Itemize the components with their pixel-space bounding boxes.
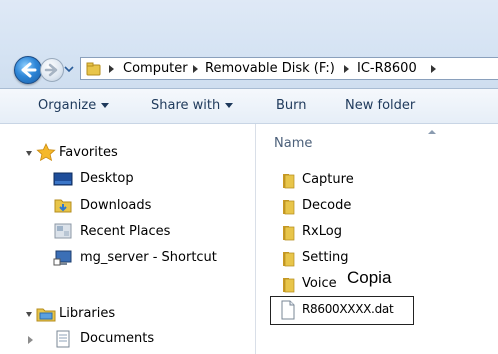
folder-icon bbox=[86, 62, 101, 76]
back-button[interactable] bbox=[14, 56, 42, 84]
nav-mg-server-shortcut[interactable]: mg_server - Shortcut bbox=[80, 250, 217, 265]
nav-downloads[interactable]: Downloads bbox=[80, 198, 151, 213]
network-shortcut-icon bbox=[53, 250, 72, 266]
list-item[interactable]: Decode bbox=[274, 197, 474, 217]
chevron-down-icon bbox=[101, 103, 110, 108]
folder-name: Capture bbox=[302, 172, 354, 187]
file-icon bbox=[281, 300, 295, 320]
breadcrumb-ic-r8600[interactable]: IC-R8600 bbox=[357, 61, 417, 76]
folder-icon bbox=[283, 200, 295, 215]
share-with-button[interactable]: Share with bbox=[151, 98, 234, 113]
folder-name: Setting bbox=[302, 250, 349, 265]
sort-ascending-icon bbox=[428, 130, 436, 134]
file-name: R8600XXXX.dat bbox=[302, 302, 394, 316]
breadcrumb-arrow-icon[interactable] bbox=[431, 65, 436, 73]
pane-splitter[interactable] bbox=[255, 124, 256, 354]
organize-label: Organize bbox=[38, 98, 97, 113]
list-item[interactable]: Capture bbox=[274, 171, 474, 191]
folder-name: Decode bbox=[302, 198, 352, 213]
new-folder-button[interactable]: New folder bbox=[345, 98, 415, 113]
nav-libraries[interactable]: Libraries bbox=[59, 306, 115, 321]
back-arrow-icon bbox=[21, 62, 37, 78]
share-with-label: Share with bbox=[151, 98, 221, 113]
copy-annotation: Copia bbox=[347, 268, 392, 287]
breadcrumb-arrow-icon[interactable] bbox=[193, 65, 198, 73]
nav-favorites[interactable]: Favorites bbox=[59, 145, 118, 160]
folder-icon bbox=[283, 174, 295, 189]
breadcrumb-removable-disk[interactable]: Removable Disk (F:) bbox=[205, 61, 335, 76]
expand-libraries-icon[interactable] bbox=[26, 312, 32, 317]
expand-favorites-icon[interactable] bbox=[26, 151, 32, 156]
burn-button[interactable]: Burn bbox=[276, 98, 307, 113]
breadcrumb-computer[interactable]: Computer bbox=[123, 61, 188, 76]
folder-icon bbox=[283, 278, 295, 293]
star-icon bbox=[36, 143, 56, 161]
expand-documents-icon[interactable] bbox=[28, 336, 33, 344]
folder-icon bbox=[283, 252, 295, 267]
list-item[interactable]: Setting bbox=[274, 249, 474, 269]
folder-icon bbox=[283, 226, 295, 241]
folder-name: RxLog bbox=[302, 224, 342, 239]
nav-documents[interactable]: Documents bbox=[80, 331, 154, 346]
desktop-icon bbox=[53, 172, 73, 186]
nav-recent-places[interactable]: Recent Places bbox=[80, 224, 170, 239]
navigation-pane: Favorites Desktop Downloads Recent Place… bbox=[0, 124, 255, 354]
explorer-window: Computer Removable Disk (F:) IC-R8600 Or… bbox=[0, 0, 498, 354]
column-header-name[interactable]: Name bbox=[274, 136, 312, 151]
libraries-icon bbox=[36, 308, 56, 322]
chevron-down-icon bbox=[225, 103, 234, 108]
recent-pages-dropdown-icon[interactable] bbox=[63, 62, 75, 76]
breadcrumb-arrow-icon[interactable] bbox=[344, 65, 349, 73]
address-bar[interactable]: Computer Removable Disk (F:) IC-R8600 bbox=[80, 57, 498, 80]
forward-button[interactable] bbox=[40, 58, 64, 82]
command-bar: Organize Share with Burn New folder bbox=[0, 89, 498, 124]
folder-name: Voice bbox=[302, 276, 337, 291]
downloads-folder-icon bbox=[54, 199, 72, 213]
nav-desktop[interactable]: Desktop bbox=[80, 171, 134, 186]
organize-button[interactable]: Organize bbox=[38, 98, 110, 113]
forward-arrow-icon bbox=[44, 63, 58, 77]
documents-icon bbox=[56, 330, 70, 348]
breadcrumb-arrow-icon[interactable] bbox=[109, 65, 114, 73]
list-item[interactable]: RxLog bbox=[274, 223, 474, 243]
recent-places-icon bbox=[54, 223, 72, 239]
